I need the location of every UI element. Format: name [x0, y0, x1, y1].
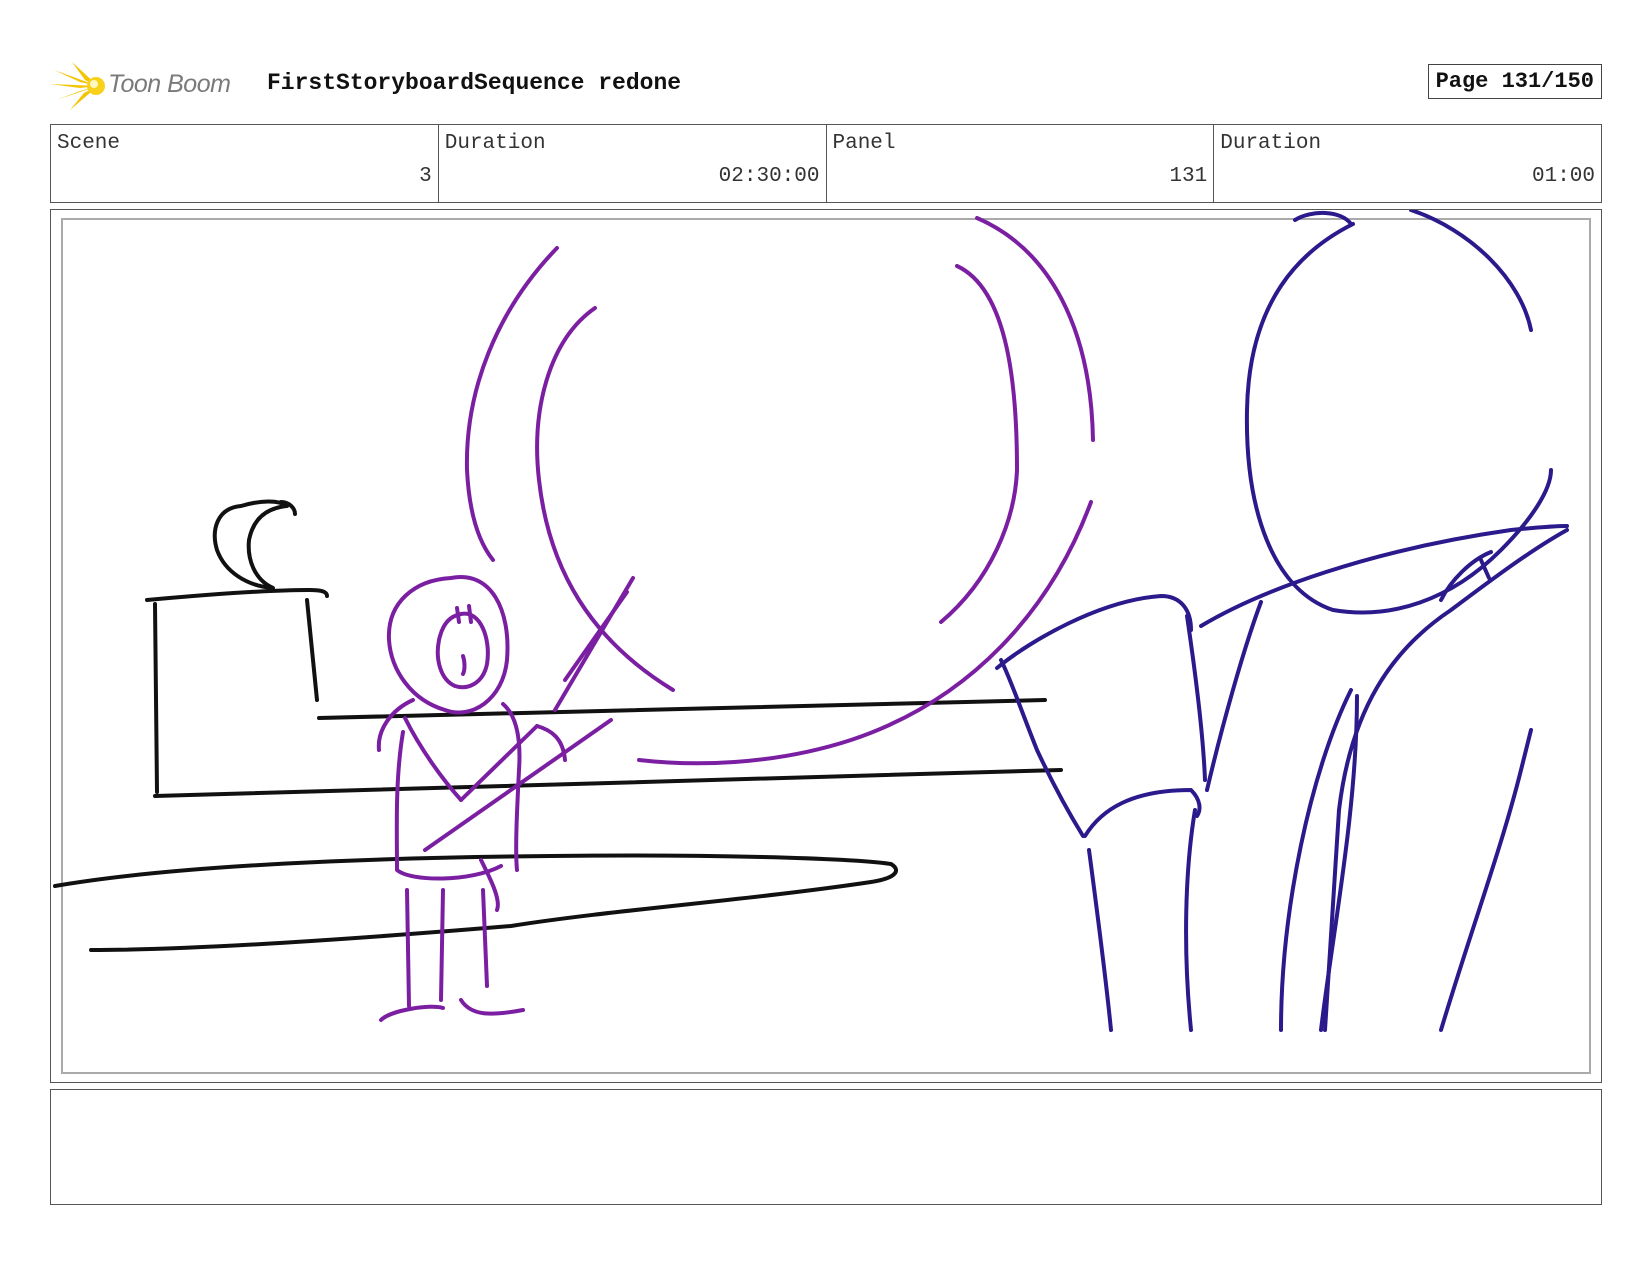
- toon-boom-logo: Toon Boom: [50, 60, 250, 110]
- right-figure-sketch: [995, 210, 1569, 1032]
- scene-duration-label: Duration: [444, 132, 546, 155]
- scene-cell: Scene 3: [51, 125, 439, 202]
- page-indicator: Page 131/150: [1427, 64, 1602, 99]
- panel-notes-box: [50, 1089, 1602, 1205]
- panel-value: 131: [1169, 165, 1208, 188]
- scene-label: Scene: [57, 132, 121, 155]
- moon-sketch: [212, 499, 297, 590]
- panel-duration-cell: Duration 01:00: [1214, 125, 1601, 202]
- document-title: FirstStoryboardSequence redone: [267, 70, 682, 96]
- scene-value: 3: [419, 165, 432, 188]
- panel-cell: Panel 131: [827, 125, 1215, 202]
- logo-text: Toon Boom: [108, 70, 231, 98]
- panel-sketch: [53, 210, 1569, 1032]
- storyboard-panel: [50, 209, 1602, 1083]
- scene-info-table: Scene 3 Duration 02:30:00 Panel 131 Dura…: [50, 124, 1602, 203]
- panel-duration-value: 01:00: [1531, 165, 1595, 188]
- panel-duration-label: Duration: [1220, 132, 1322, 155]
- figure-sketch: [376, 574, 635, 1022]
- scene-duration-value: 02:30:00: [718, 165, 820, 188]
- scene-duration-cell: Duration 02:30:00: [439, 125, 827, 202]
- page-header: Toon Boom FirstStoryboardSequence redone…: [50, 58, 1602, 110]
- starburst-icon: [50, 62, 105, 110]
- panel-label: Panel: [832, 132, 896, 155]
- portal-arcs: [464, 216, 1095, 766]
- ledge-sketch: [53, 588, 1063, 952]
